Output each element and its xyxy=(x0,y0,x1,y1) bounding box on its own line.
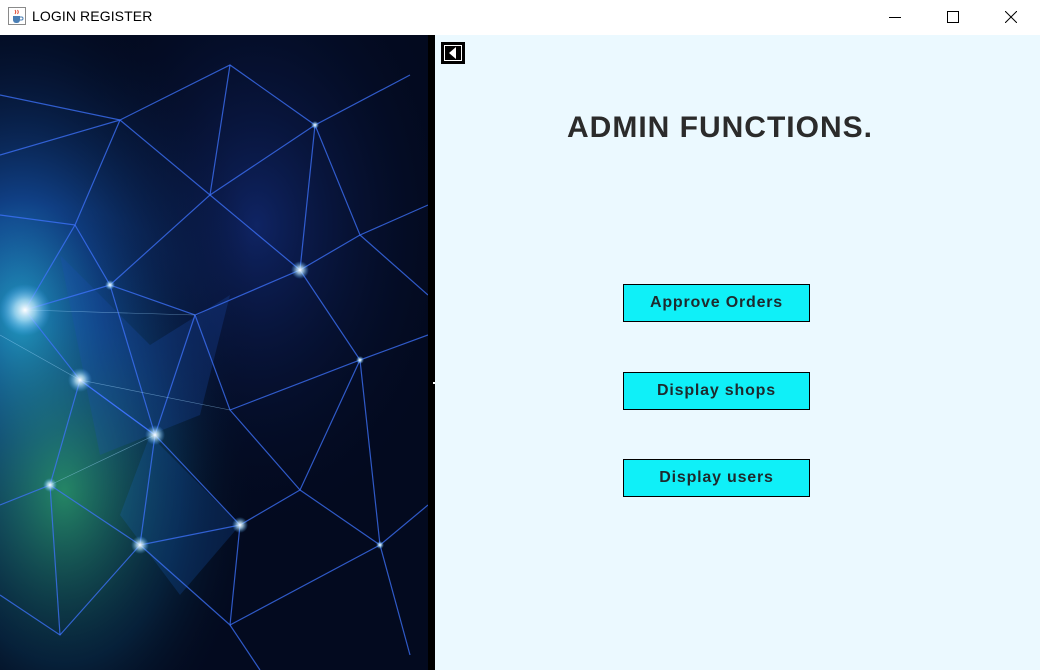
minimize-button[interactable] xyxy=(866,0,924,34)
display-users-button[interactable]: Display users xyxy=(623,459,810,497)
network-mesh-image xyxy=(0,35,428,670)
title-bar[interactable]: LOGIN REGISTER xyxy=(0,0,1040,34)
admin-panel: ADMIN FUNCTIONS. Approve Orders Display … xyxy=(435,35,1040,670)
close-icon xyxy=(1005,11,1017,23)
page-title: ADMIN FUNCTIONS. xyxy=(567,111,873,144)
back-button[interactable] xyxy=(441,42,465,64)
display-shops-button[interactable]: Display shops xyxy=(623,372,810,410)
java-cup-icon xyxy=(8,7,26,25)
split-divider[interactable] xyxy=(428,35,435,670)
network-mesh-background xyxy=(0,35,428,670)
back-arrow-icon xyxy=(449,47,456,59)
maximize-button[interactable] xyxy=(924,0,982,34)
approve-orders-button[interactable]: Approve Orders xyxy=(623,284,810,322)
maximize-icon xyxy=(947,11,959,23)
app-window: LOGIN REGISTER ADMIN FUNCTIONS. Approve … xyxy=(0,0,1040,670)
close-button[interactable] xyxy=(982,0,1040,34)
window-title: LOGIN REGISTER xyxy=(32,8,153,24)
back-button-frame xyxy=(444,45,462,61)
minimize-icon xyxy=(889,17,901,18)
